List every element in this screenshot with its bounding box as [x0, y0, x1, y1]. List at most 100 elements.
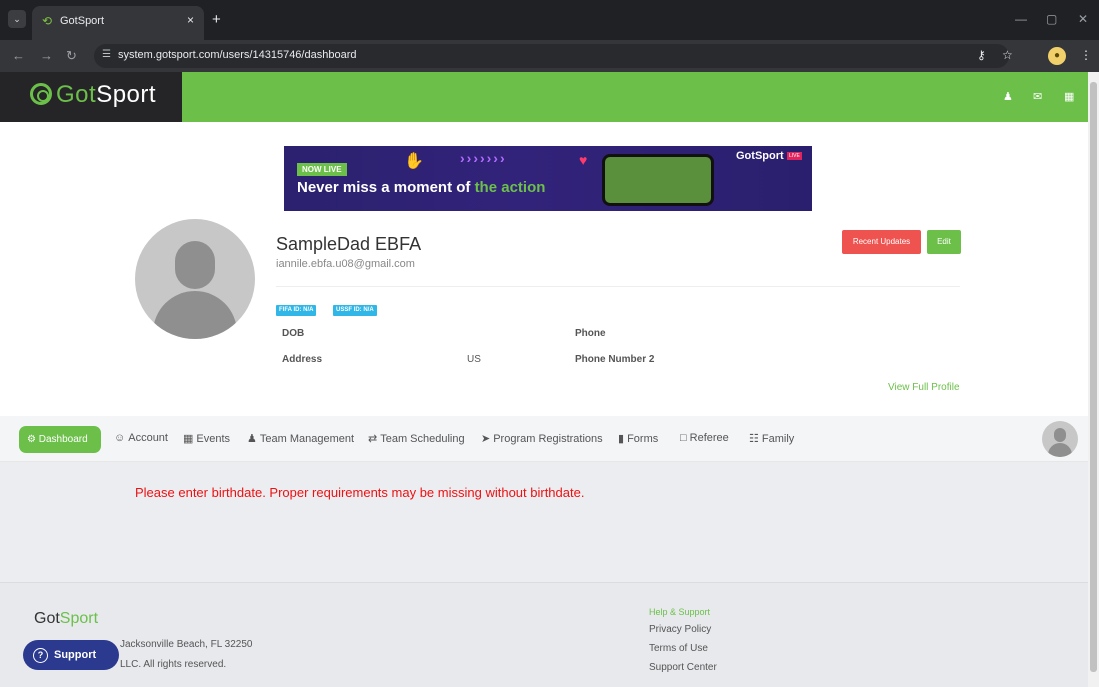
gotsport-logo[interactable]: GotSport — [0, 72, 182, 122]
site-header: GotSport ♟ ✉ ▦ — [0, 72, 1088, 122]
users-icon: ♟ — [247, 433, 257, 445]
tab-title: GotSport — [60, 15, 105, 27]
nav-forms-label: Forms — [627, 433, 659, 445]
birthdate-warning: Please enter birthdate. Proper requireme… — [135, 485, 585, 500]
scroll-thumb[interactable] — [1090, 82, 1097, 672]
page-viewport: GotSport ♟ ✉ ▦ NOW LIVE ✋ ››››››› Never … — [0, 72, 1088, 687]
site-info-icon[interactable]: ☰ — [102, 49, 111, 60]
nav-family-label: Family — [761, 433, 795, 445]
site-footer: GotSport Jacksonville Beach, FL 32250 LL… — [0, 582, 1088, 687]
nav-team-scheduling-label: Team Scheduling — [380, 433, 465, 445]
footer-address: Jacksonville Beach, FL 32250 — [120, 639, 253, 650]
nav-referee-label: Referee — [689, 432, 729, 444]
nav-program-registrations[interactable]: ➤ Program Registrations — [481, 432, 603, 445]
exchange-icon: ⇄ — [368, 433, 378, 445]
new-tab-icon[interactable]: + — [212, 11, 221, 28]
hands-emoji-icon: ✋ — [404, 153, 424, 170]
bookmark-star-icon[interactable]: ☆ — [1002, 48, 1013, 62]
tab-search-icon[interactable]: ⌄ — [8, 10, 26, 28]
promo-banner[interactable]: NOW LIVE ✋ ››››››› Never miss a moment o… — [284, 146, 812, 211]
tab-close-icon[interactable]: × — [187, 13, 194, 27]
nav-family[interactable]: ☷ Family — [749, 432, 794, 445]
nav-team-scheduling[interactable]: ⇄ Team Scheduling — [368, 432, 465, 445]
dashboard-icon: ⚙ — [27, 434, 39, 445]
password-key-icon[interactable]: ⚷ — [977, 48, 986, 62]
nav-avatar-body — [1048, 443, 1072, 457]
maximize-icon[interactable]: ▢ — [1046, 12, 1057, 26]
close-window-icon[interactable]: ✕ — [1078, 12, 1088, 26]
phone2-label: Phone Number 2 — [575, 354, 655, 365]
footer-logo[interactable]: GotSport — [34, 610, 98, 628]
nav-referee[interactable]: □ Referee — [680, 432, 729, 444]
footer-help-heading: Help & Support — [649, 607, 711, 617]
privacy-policy-link[interactable]: Privacy Policy — [649, 624, 711, 635]
profile-name: SampleDad EBFA — [276, 234, 422, 254]
divider — [276, 286, 960, 287]
account-icon: ☺ — [114, 432, 126, 444]
apps-icon[interactable]: ▦ — [1064, 90, 1074, 103]
gotsport-favicon-icon: ⟲ — [42, 14, 53, 28]
view-full-profile-link[interactable]: View Full Profile — [888, 382, 960, 393]
footer-rights: LLC. All rights reserved. — [120, 659, 227, 670]
nav-program-registrations-label: Program Registrations — [493, 433, 603, 445]
browser-profile-avatar[interactable]: ● — [1048, 47, 1066, 65]
nav-user-avatar[interactable] — [1042, 421, 1078, 457]
help-circle-icon: ? — [33, 648, 48, 663]
dob-label: DOB — [282, 328, 305, 339]
avatar-head — [175, 241, 215, 289]
gotsport-logo-icon — [30, 83, 52, 105]
sitemap-icon: ☷ — [749, 433, 759, 445]
mail-icon[interactable]: ✉ — [1033, 90, 1042, 103]
logo-text: GotSport — [56, 81, 157, 108]
terms-link[interactable]: Terms of Use — [649, 643, 708, 654]
address-bar[interactable]: ☰ system.gotsport.com/users/14315746/das… — [94, 44, 1009, 68]
dashboard-content: Please enter birthdate. Proper requireme… — [0, 462, 1088, 582]
support-button-label: Support — [54, 649, 97, 661]
support-button[interactable]: ? Support — [23, 640, 119, 670]
paper-plane-icon: ➤ — [481, 433, 491, 445]
edit-button[interactable]: Edit — [927, 230, 961, 254]
chevrons-icon: ››››››› — [460, 150, 507, 166]
address-value: US — [467, 354, 481, 365]
profile-email: iannile.ebfa.u08@gmail.com — [276, 258, 415, 270]
banner-headline: Never miss a moment of the action — [297, 179, 546, 196]
dashboard-nav: ⚙ Dashboard ☺ Account ▦ Events ♟ Team Manag… — [0, 416, 1088, 462]
recent-updates-button[interactable]: Recent Updates — [842, 230, 921, 254]
nav-dashboard-label: Dashboard — [38, 434, 88, 445]
avatar-body — [153, 291, 237, 339]
file-icon: ▮ — [618, 433, 625, 445]
nav-account-label: Account — [128, 432, 168, 444]
support-center-link[interactable]: Support Center — [649, 662, 717, 673]
live-tag: LIVE — [787, 152, 802, 160]
address-label: Address — [282, 354, 323, 365]
nav-avatar-head — [1054, 428, 1066, 442]
browser-toolbar: ← → ↻ ☰ system.gotsport.com/users/143157… — [0, 40, 1099, 72]
profile-avatar — [135, 219, 255, 339]
minimize-icon[interactable]: — — [1015, 12, 1027, 26]
nav-account[interactable]: ☺ Account — [114, 432, 168, 444]
now-live-badge: NOW LIVE — [297, 163, 347, 176]
browser-menu-icon[interactable]: ⋮ — [1080, 48, 1092, 62]
heart-icon: ♥ — [579, 152, 588, 168]
ussf-id-badge: USSF ID: N/A — [333, 305, 377, 316]
calendar-icon: ▦ — [183, 433, 194, 445]
nav-team-management-label: Team Management — [259, 433, 355, 445]
page-scrollbar[interactable] — [1088, 72, 1099, 687]
nav-dashboard[interactable]: ⚙ Dashboard — [19, 426, 101, 453]
reload-icon[interactable]: ↻ — [66, 48, 77, 64]
browser-tab-bar: ⌄ ⟲ GotSport × + — ▢ ✕ — [0, 0, 1099, 40]
fifa-id-badge: FIFA ID: N/A — [276, 305, 317, 316]
nav-team-management[interactable]: ♟ Team Management — [247, 432, 354, 445]
url-text: system.gotsport.com/users/14315746/dashb… — [118, 49, 357, 61]
forward-icon[interactable]: → — [40, 48, 53, 63]
phone-label: Phone — [575, 328, 606, 339]
back-icon[interactable]: ← — [12, 48, 25, 63]
nav-forms[interactable]: ▮ Forms — [618, 432, 658, 445]
user-icon[interactable]: ♟ — [1003, 90, 1013, 103]
browser-tab[interactable]: ⟲ GotSport × — [32, 6, 204, 40]
phone-image — [602, 154, 714, 206]
nav-events[interactable]: ▦ Events — [183, 432, 230, 445]
banner-brand: GotSport — [736, 150, 784, 162]
calendar-outline-icon: □ — [680, 432, 687, 444]
nav-events-label: Events — [196, 433, 231, 445]
